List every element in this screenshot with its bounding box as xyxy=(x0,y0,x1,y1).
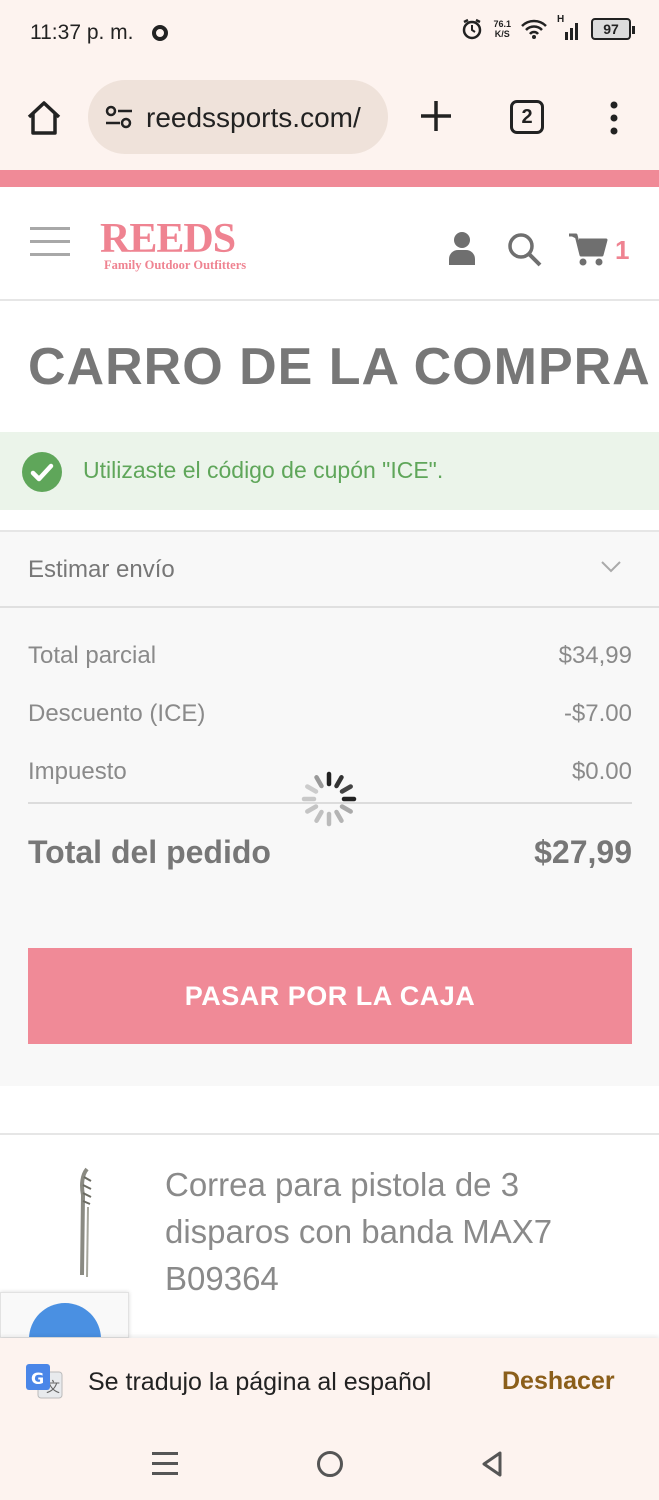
order-total-row: Total del pedido $27,99 xyxy=(28,834,632,871)
status-icons: 76.1 K/S H 97 xyxy=(461,14,635,40)
back-icon[interactable] xyxy=(480,1450,504,1478)
translate-message: Se tradujo la página al español xyxy=(88,1368,432,1396)
chevron-down-icon xyxy=(601,561,621,573)
tax-label: Impuesto xyxy=(28,758,127,785)
logo-wordmark: REEDS xyxy=(100,216,236,262)
new-tab-icon[interactable] xyxy=(418,98,454,134)
discount-row: Descuento (ICE) -$7.00 xyxy=(28,700,632,740)
translate-infobar: 文 G Se tradujo la página al español Desh… xyxy=(0,1338,659,1430)
tax-value: $0.00 xyxy=(571,758,632,785)
alarm-icon xyxy=(463,18,482,40)
subtotal-row: Total parcial $34,99 xyxy=(28,642,632,682)
site-settings-icon[interactable] xyxy=(104,104,134,130)
success-text: Utilizaste el código de cupón "ICE". xyxy=(83,457,444,483)
svg-text:G: G xyxy=(31,1369,44,1388)
page-title: CARRO DE LA COMPRA xyxy=(28,338,651,396)
cart-count-badge[interactable]: 1 xyxy=(615,235,629,266)
cell-signal-icon: H xyxy=(557,14,581,40)
cart-summary: Estimar envío Total parcial $34,99 Descu… xyxy=(0,530,659,1086)
order-total-label: Total del pedido xyxy=(28,834,271,870)
product-name-link[interactable]: Correa para pistola de 3 disparos con ba… xyxy=(165,1161,625,1302)
discount-label: Descuento (ICE) xyxy=(28,700,206,727)
estimate-shipping-toggle[interactable]: Estimar envío xyxy=(0,532,659,608)
checkout-button[interactable]: PASAR POR LA CAJA xyxy=(28,948,632,1044)
chrome-notification-icon xyxy=(152,25,168,41)
checkmark-icon xyxy=(22,452,62,492)
net-speed: 76.1 K/S xyxy=(493,19,511,39)
url-text: reedssports.com/ xyxy=(146,102,361,133)
loading-spinner-icon xyxy=(301,771,357,827)
site-logo[interactable]: REEDS Family Outdoor Outfitters xyxy=(100,216,250,272)
more-options-icon[interactable] xyxy=(604,100,624,136)
browser-toolbar: reedssports.com/ 2 xyxy=(0,68,659,170)
recaptcha-badge[interactable] xyxy=(0,1292,129,1338)
account-icon[interactable] xyxy=(446,231,478,265)
undo-translation-button[interactable]: Deshacer xyxy=(502,1367,615,1396)
status-time: 11:37 p. m. xyxy=(30,21,134,44)
promo-strip xyxy=(0,170,659,187)
estimate-shipping-label: Estimar envío xyxy=(28,556,175,583)
home-icon[interactable] xyxy=(24,98,64,138)
logo-tagline: Family Outdoor Outfitters xyxy=(104,258,247,272)
recent-apps-icon[interactable] xyxy=(152,1452,178,1476)
tab-switcher-button[interactable]: 2 xyxy=(510,100,544,134)
wifi-icon xyxy=(521,19,547,39)
product-image[interactable] xyxy=(72,1167,102,1279)
home-nav-icon[interactable] xyxy=(317,1451,343,1477)
order-total-value: $27,99 xyxy=(534,834,632,870)
status-bar: 11:37 p. m. 76.1 K/S H 97 xyxy=(0,0,659,68)
address-bar[interactable]: reedssports.com/ xyxy=(88,80,388,154)
search-icon[interactable] xyxy=(506,231,542,267)
recaptcha-icon xyxy=(29,1303,101,1337)
discount-value: -$7.00 xyxy=(563,700,632,727)
system-nav-bar xyxy=(0,1430,659,1500)
site-header: REEDS Family Outdoor Outfitters 1 xyxy=(0,187,659,301)
coupon-success-message: Utilizaste el código de cupón "ICE". xyxy=(0,432,659,510)
cart-icon[interactable] xyxy=(568,231,608,267)
subtotal-label: Total parcial xyxy=(28,642,157,669)
google-translate-icon: 文 G xyxy=(26,1364,63,1399)
hamburger-menu-icon[interactable] xyxy=(30,227,70,259)
battery-icon: 97 xyxy=(591,18,635,40)
subtotal-value: $34,99 xyxy=(558,642,632,669)
